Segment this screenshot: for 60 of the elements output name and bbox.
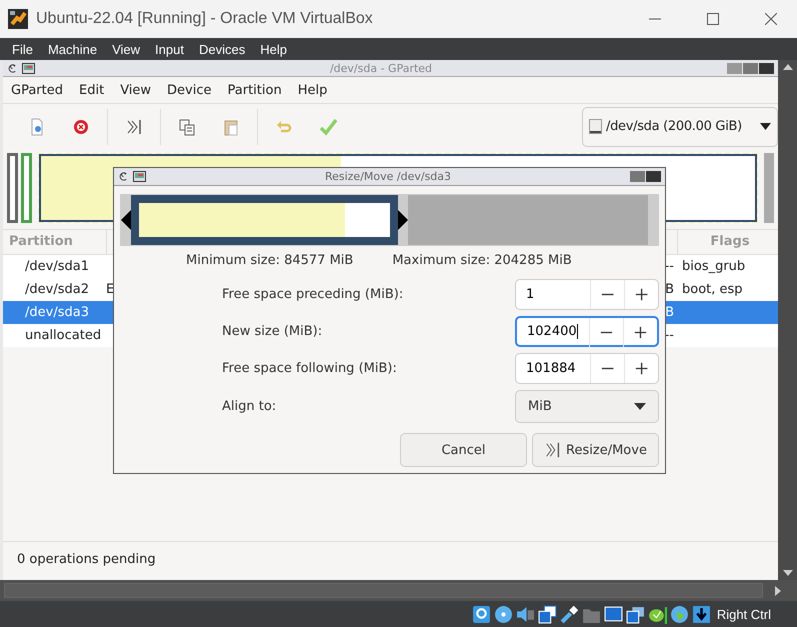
- maximum-size-text: Maximum size: 204285 MiB: [392, 253, 572, 268]
- disk-app-icon: [133, 171, 146, 182]
- speaker-icon[interactable]: [516, 604, 535, 624]
- field-label: Free space following (MiB):: [222, 361, 398, 376]
- menu-item[interactable]: Device: [159, 82, 220, 98]
- app-logo-icon: [8, 9, 28, 29]
- menu-item[interactable]: Partition: [220, 82, 290, 98]
- table-cell-text: /dev/sda2: [24, 282, 90, 297]
- partition-block[interactable]: [131, 195, 398, 245]
- scroll-right-icon[interactable]: [775, 586, 781, 596]
- partition-bar[interactable]: [7, 153, 18, 223]
- menu-item[interactable]: Input: [155, 42, 184, 56]
- usb-icon[interactable]: [560, 604, 579, 624]
- cancel-button[interactable]: Cancel: [400, 433, 527, 467]
- menu-item[interactable]: Help: [290, 82, 336, 98]
- close-button[interactable]: [759, 62, 774, 74]
- caret-icon: [760, 123, 771, 130]
- scroll-down-icon[interactable]: [782, 570, 792, 576]
- menu-item[interactable]: Machine: [48, 42, 98, 56]
- scroll-up-icon[interactable]: [782, 64, 792, 70]
- dialog-title: Resize/Move /dev/sda3: [324, 170, 452, 183]
- field-label: New size (MiB):: [222, 324, 324, 339]
- table-cell: bios_grub: [682, 259, 746, 274]
- menu-item[interactable]: Help: [260, 42, 287, 56]
- network-icon[interactable]: [538, 604, 557, 624]
- field-label: Align to:: [222, 399, 278, 414]
- align-dropdown[interactable]: MiB: [515, 390, 659, 423]
- window-title: /dev/sda - GParted: [328, 62, 434, 74]
- swirl-icon: [118, 171, 129, 182]
- table-cell: B: [665, 305, 674, 320]
- field-label: Free space preceding (MiB):: [222, 287, 404, 302]
- optical-disc-icon[interactable]: [494, 604, 513, 624]
- menu-item[interactable]: Devices: [198, 42, 246, 56]
- menu-item[interactable]: Edit: [71, 82, 112, 98]
- table-cell-text: /dev/sda3: [24, 305, 90, 320]
- menu-item[interactable]: View: [112, 82, 160, 98]
- status-text: 0 operations pending: [17, 552, 156, 566]
- menu-item[interactable]: View: [112, 42, 140, 56]
- table-cell: boot, esp: [682, 282, 743, 297]
- device-dropdown[interactable]: /dev/sda (200.00 GiB): [582, 106, 778, 146]
- menu-item[interactable]: File: [12, 42, 33, 56]
- partition-bar[interactable]: [21, 153, 32, 223]
- window-title: Ubuntu-22.04 [Running] - Oracle VM VirtualBox: [36, 10, 374, 28]
- table-cell: E: [106, 282, 114, 297]
- display-icon[interactable]: [604, 604, 623, 624]
- swirl-icon: [7, 62, 18, 74]
- maximize-button[interactable]: [743, 62, 758, 74]
- checkmark-icon[interactable]: [318, 116, 338, 136]
- disk-app-icon: [22, 62, 35, 74]
- host-key-label: Right Ctrl: [716, 606, 771, 622]
- menu-item[interactable]: GParted: [3, 82, 71, 98]
- windows-icon[interactable]: [626, 604, 645, 624]
- table-cell: B: [665, 282, 674, 297]
- caret-icon: [634, 403, 646, 410]
- copy-icon[interactable]: [177, 116, 197, 136]
- close-icon[interactable]: [765, 13, 777, 25]
- resize-move-button[interactable]: Resize/Move: [532, 433, 659, 467]
- minimum-size-text: Minimum size: 84577 MiB: [186, 253, 354, 268]
- download-icon[interactable]: [692, 604, 711, 624]
- maximize-icon[interactable]: [707, 13, 719, 25]
